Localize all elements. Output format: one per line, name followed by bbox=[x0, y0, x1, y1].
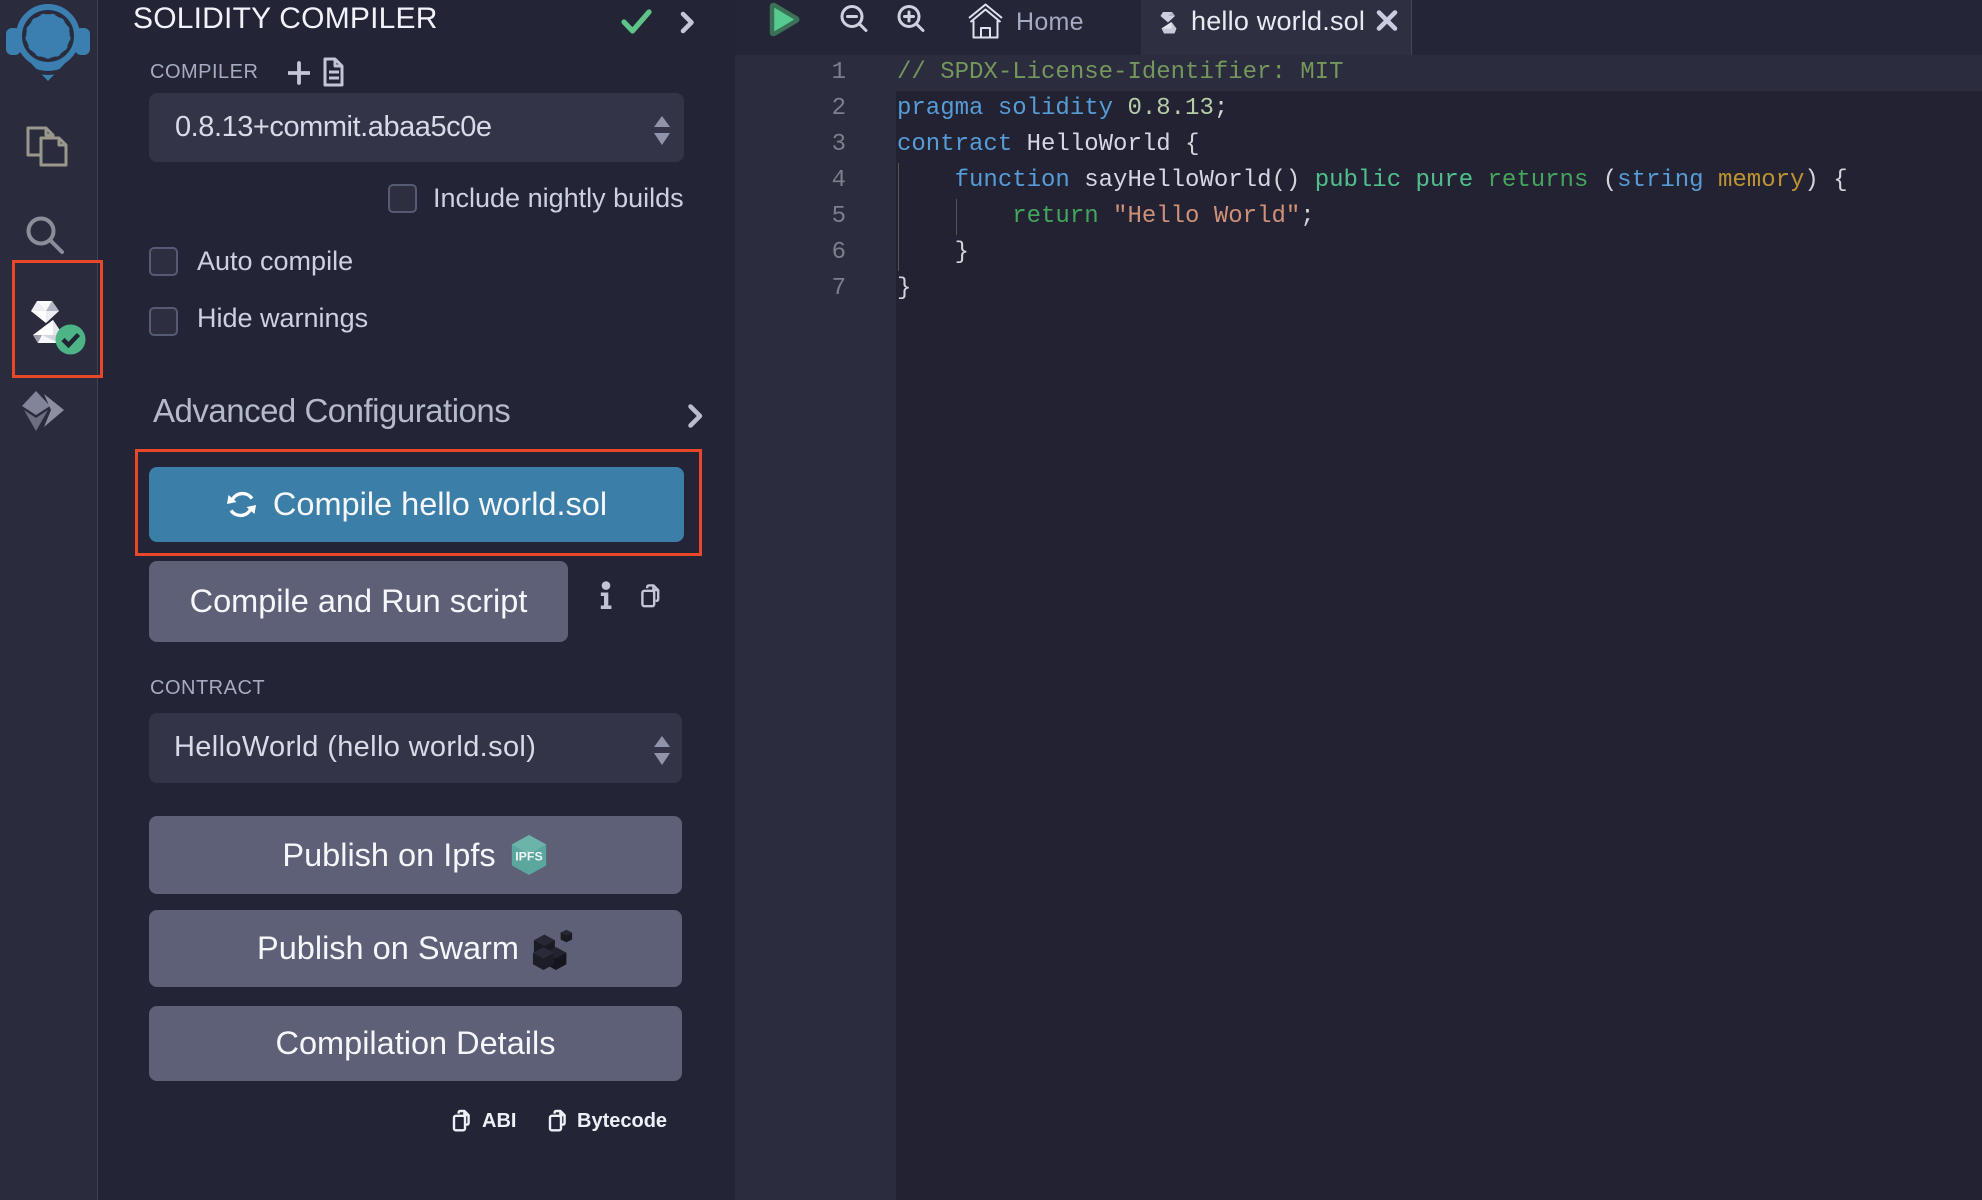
svg-text:IPFS: IPFS bbox=[515, 850, 543, 864]
